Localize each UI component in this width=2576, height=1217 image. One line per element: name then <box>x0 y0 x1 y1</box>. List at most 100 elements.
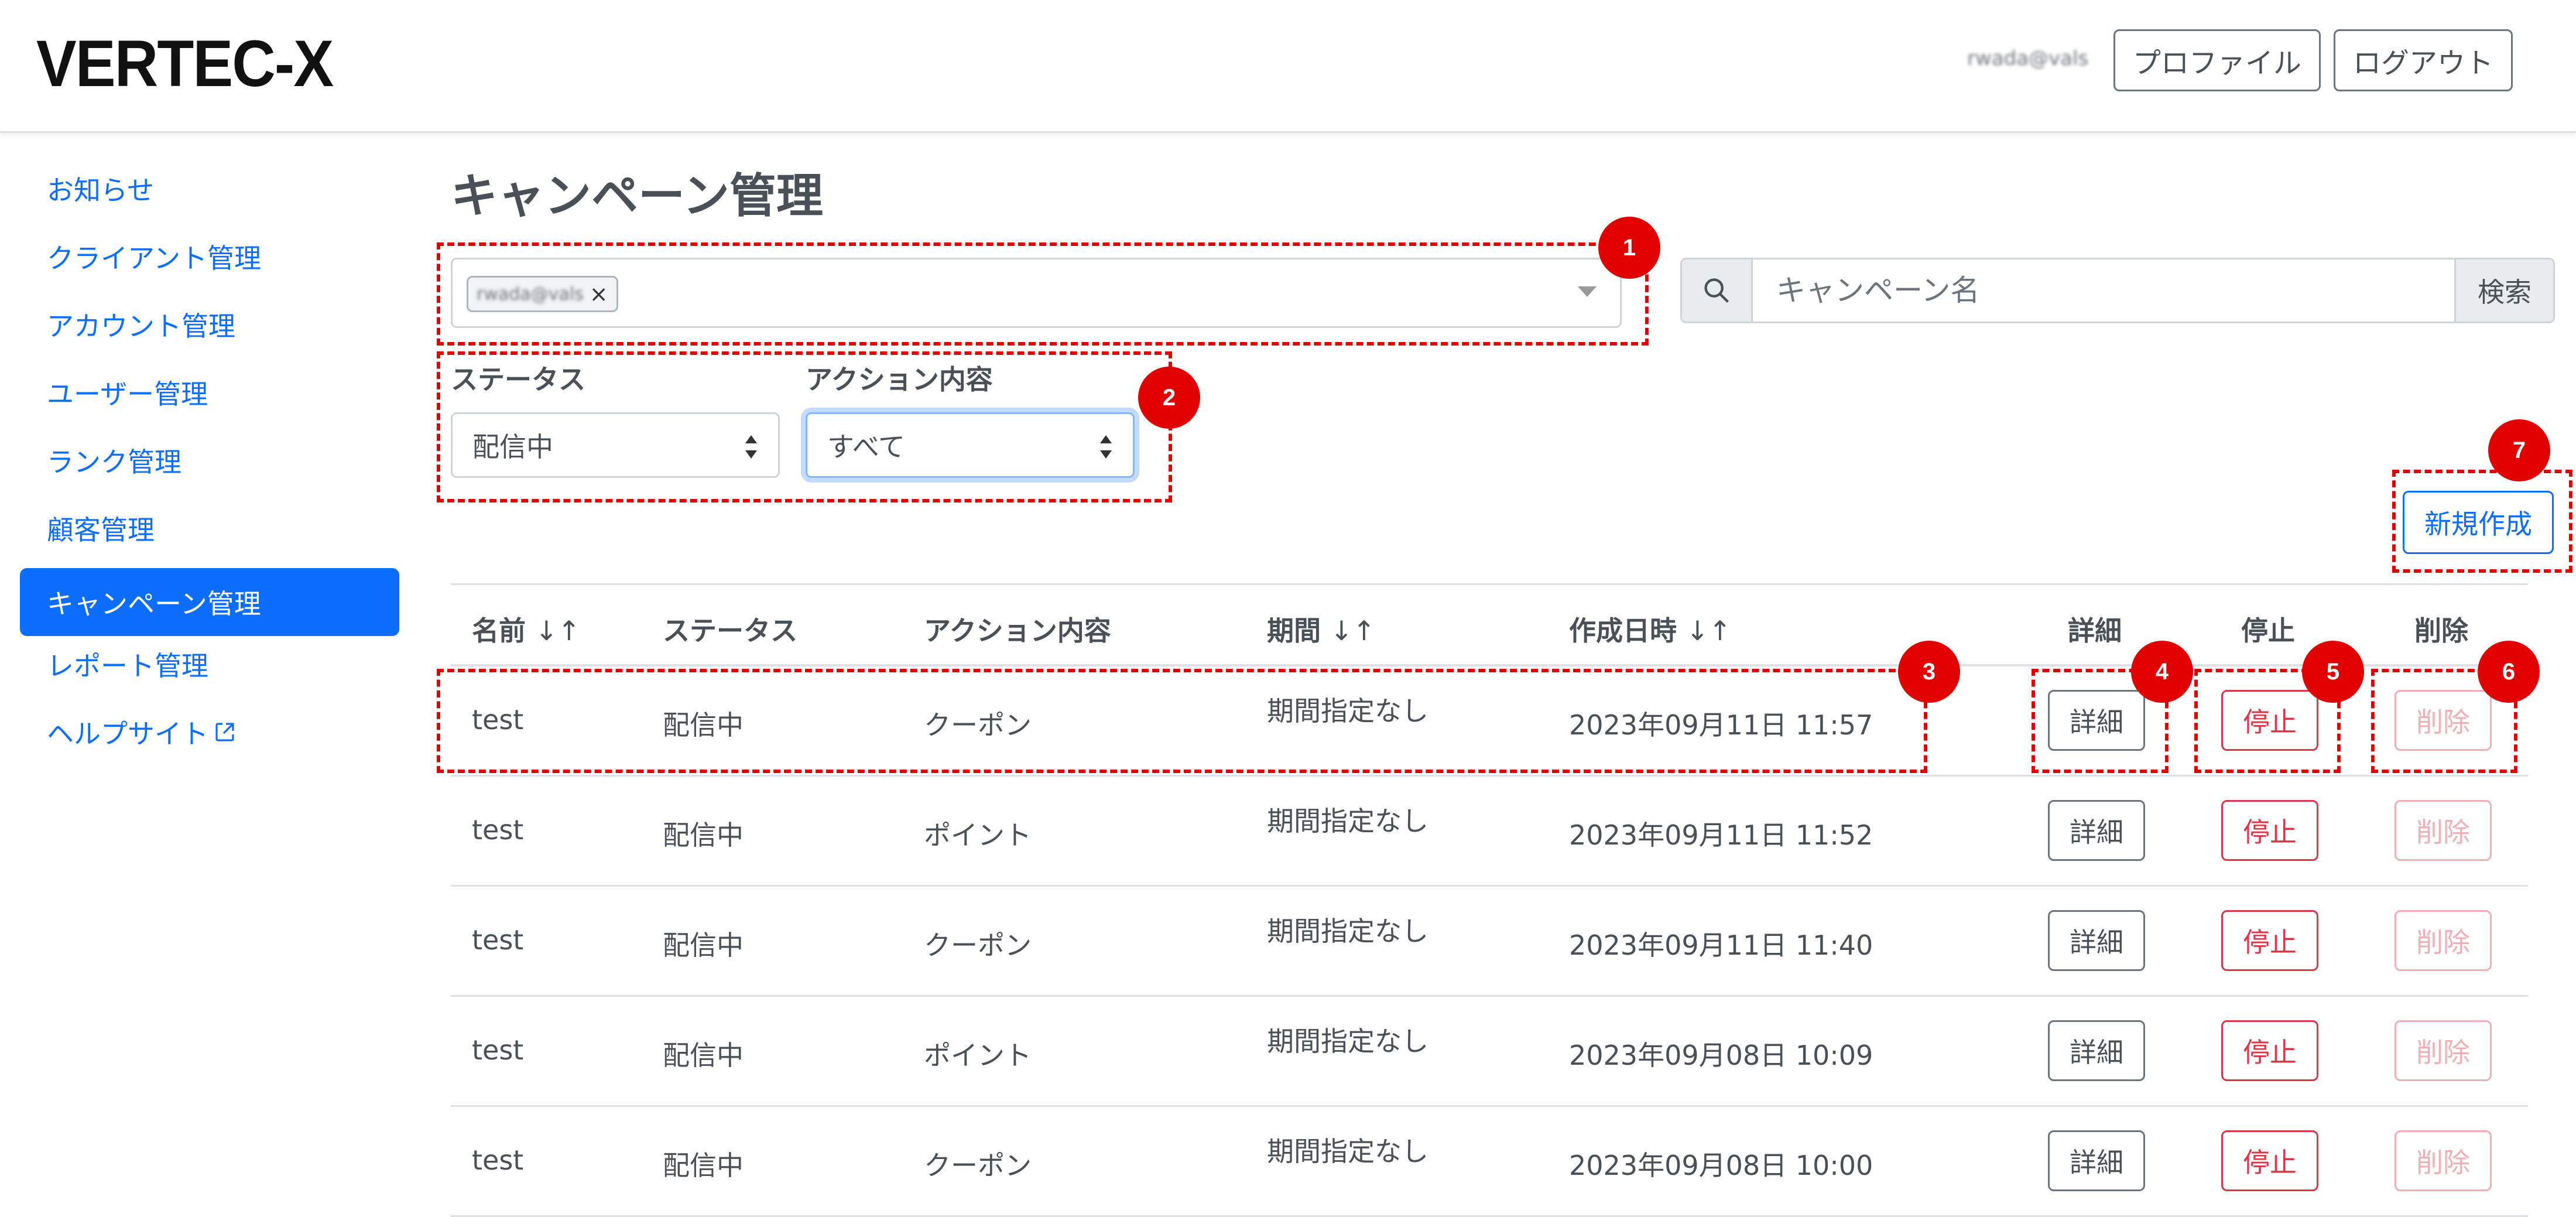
column-header-created[interactable]: 作成日時 ↓↑ <box>1569 610 1731 648</box>
stop-button[interactable]: 停止 <box>2221 690 2318 751</box>
status-filter-value: 配信中 <box>472 431 553 463</box>
detail-button[interactable]: 詳細 <box>2048 910 2145 971</box>
action-filter-value: すべて <box>827 431 905 463</box>
cell-name: test <box>472 814 524 846</box>
dropdown-caret-icon[interactable] <box>1578 286 1597 297</box>
cell-created: 2023年09月11日 11:52 <box>1569 819 1873 851</box>
sidebar-item-accounts[interactable]: アカウント管理 <box>20 290 399 358</box>
external-link-icon <box>215 723 234 741</box>
campaign-search: 検索 <box>1680 258 2555 323</box>
cell-period: 期間指定なし <box>1267 1025 1429 1057</box>
annotation-marker-1: 1 <box>1598 217 1660 279</box>
sidebar-item-label: ランク管理 <box>47 446 181 478</box>
action-filter-label: アクション内容 <box>806 364 993 395</box>
account-chip[interactable]: rwada@vals × <box>467 276 618 312</box>
table-row: test 配信中 ポイント 期間指定なし 2023年09月08日 10:09 詳… <box>451 997 2528 1107</box>
top-header: VERTEC-X rwada@vals プロファイル ログアウト <box>0 0 2576 133</box>
account-multi-select[interactable]: rwada@vals × <box>451 258 1622 328</box>
select-arrows-icon <box>745 435 757 459</box>
column-header-delete: 削除 <box>2414 615 2468 647</box>
detail-button[interactable]: 詳細 <box>2048 1020 2145 1081</box>
cell-created: 2023年09月11日 11:57 <box>1569 709 1873 741</box>
sidebar-item-label: アカウント管理 <box>47 310 235 342</box>
status-filter-select[interactable]: 配信中 <box>451 412 780 478</box>
table-row: test 配信中 クーポン 期間指定なし 2023年09月11日 11:40 詳… <box>451 887 2528 997</box>
column-header-detail: 詳細 <box>2068 615 2122 647</box>
sort-icon[interactable]: ↓↑ <box>1330 615 1375 647</box>
cell-status: 配信中 <box>663 709 744 741</box>
sidebar-item-label: ユーザー管理 <box>47 378 208 410</box>
sidebar-item-clients[interactable]: クライアント管理 <box>20 223 399 290</box>
stop-button[interactable]: 停止 <box>2221 800 2318 861</box>
sidebar-item-label: レポート管理 <box>47 650 208 682</box>
cell-period: 期間指定なし <box>1267 695 1429 727</box>
stop-button[interactable]: 停止 <box>2221 910 2318 971</box>
cell-status: 配信中 <box>663 1150 744 1181</box>
page-title: キャンペーン管理 <box>451 169 823 223</box>
column-header-status: ステータス <box>663 615 797 647</box>
stop-button[interactable]: 停止 <box>2221 1130 2318 1191</box>
profile-button[interactable]: プロファイル <box>2113 29 2321 91</box>
cell-action: クーポン <box>924 709 1032 741</box>
sidebar-item-reports[interactable]: レポート管理 <box>20 630 399 698</box>
stop-button[interactable]: 停止 <box>2221 1020 2318 1081</box>
cell-action: ポイント <box>924 819 1032 851</box>
table-row: test 配信中 クーポン 期間指定なし 2023年09月11日 11:57 詳… <box>451 666 2528 777</box>
cell-status: 配信中 <box>663 929 744 961</box>
select-arrows-icon <box>1100 435 1112 459</box>
cell-name: test <box>472 704 524 736</box>
delete-button[interactable]: 削除 <box>2395 910 2492 971</box>
cell-created: 2023年09月11日 11:40 <box>1569 929 1873 961</box>
cell-period: 期間指定なし <box>1267 915 1429 947</box>
app-logo: VERTEC-X <box>36 27 334 100</box>
search-input[interactable] <box>1753 259 2454 322</box>
sort-icon[interactable]: ↓↑ <box>535 615 580 647</box>
sort-icon[interactable]: ↓↑ <box>1686 615 1731 647</box>
cell-action: クーポン <box>924 929 1032 961</box>
cell-period: 期間指定なし <box>1267 805 1429 837</box>
account-chip-label: rwada@vals <box>477 283 584 305</box>
annotation-marker-3: 3 <box>1898 641 1960 703</box>
cell-created: 2023年09月08日 10:00 <box>1569 1150 1873 1181</box>
cell-name: test <box>472 924 524 956</box>
logout-button[interactable]: ログアウト <box>2334 29 2513 91</box>
cell-status: 配信中 <box>663 1040 744 1071</box>
sidebar-item-label: お知らせ <box>47 175 155 206</box>
annotation-marker-6: 6 <box>2478 641 2540 703</box>
sidebar-item-label: 顧客管理 <box>47 514 155 546</box>
cell-status: 配信中 <box>663 819 744 851</box>
sidebar-item-label: キャンペーン管理 <box>47 588 261 620</box>
new-campaign-button[interactable]: 新規作成 <box>2403 491 2554 554</box>
detail-button[interactable]: 詳細 <box>2048 1130 2145 1191</box>
sidebar-item-campaigns[interactable]: キャンペーン管理 <box>20 568 399 636</box>
detail-button[interactable]: 詳細 <box>2048 800 2145 861</box>
detail-button[interactable]: 詳細 <box>2048 690 2145 751</box>
sidebar-item-ranks[interactable]: ランク管理 <box>20 426 399 494</box>
delete-button[interactable]: 削除 <box>2395 690 2492 751</box>
annotation-marker-4: 4 <box>2131 641 2193 703</box>
status-filter-label: ステータス <box>451 364 585 395</box>
user-email: rwada@vals <box>1967 47 2089 70</box>
delete-button[interactable]: 削除 <box>2395 1020 2492 1081</box>
cell-period: 期間指定なし <box>1267 1136 1429 1167</box>
column-header-stop: 停止 <box>2241 615 2295 647</box>
sidebar-item-users[interactable]: ユーザー管理 <box>20 358 399 426</box>
chip-remove-icon[interactable]: × <box>590 281 608 307</box>
column-header-action: アクション内容 <box>924 615 1111 647</box>
table-row: test 配信中 ポイント 期間指定なし 2023年09月11日 11:52 詳… <box>451 777 2528 887</box>
sidebar-item-label: ヘルプサイト <box>47 718 208 750</box>
column-header-name[interactable]: 名前 ↓↑ <box>472 610 580 648</box>
sidebar-item-help[interactable]: ヘルプサイト <box>20 698 399 766</box>
annotation-marker-2: 2 <box>1138 367 1200 429</box>
annotation-marker-7: 7 <box>2488 419 2550 481</box>
delete-button[interactable]: 削除 <box>2395 1130 2492 1191</box>
sidebar-item-notices[interactable]: お知らせ <box>20 155 399 223</box>
action-filter-select[interactable]: すべて <box>806 412 1135 478</box>
delete-button[interactable]: 削除 <box>2395 800 2492 861</box>
cell-created: 2023年09月08日 10:09 <box>1569 1040 1873 1071</box>
sidebar-item-customers[interactable]: 顧客管理 <box>20 494 399 562</box>
search-icon <box>1682 259 1753 322</box>
sidebar-item-label: クライアント管理 <box>47 242 262 274</box>
search-button[interactable]: 検索 <box>2454 259 2553 322</box>
column-header-period[interactable]: 期間 ↓↑ <box>1267 610 1375 648</box>
